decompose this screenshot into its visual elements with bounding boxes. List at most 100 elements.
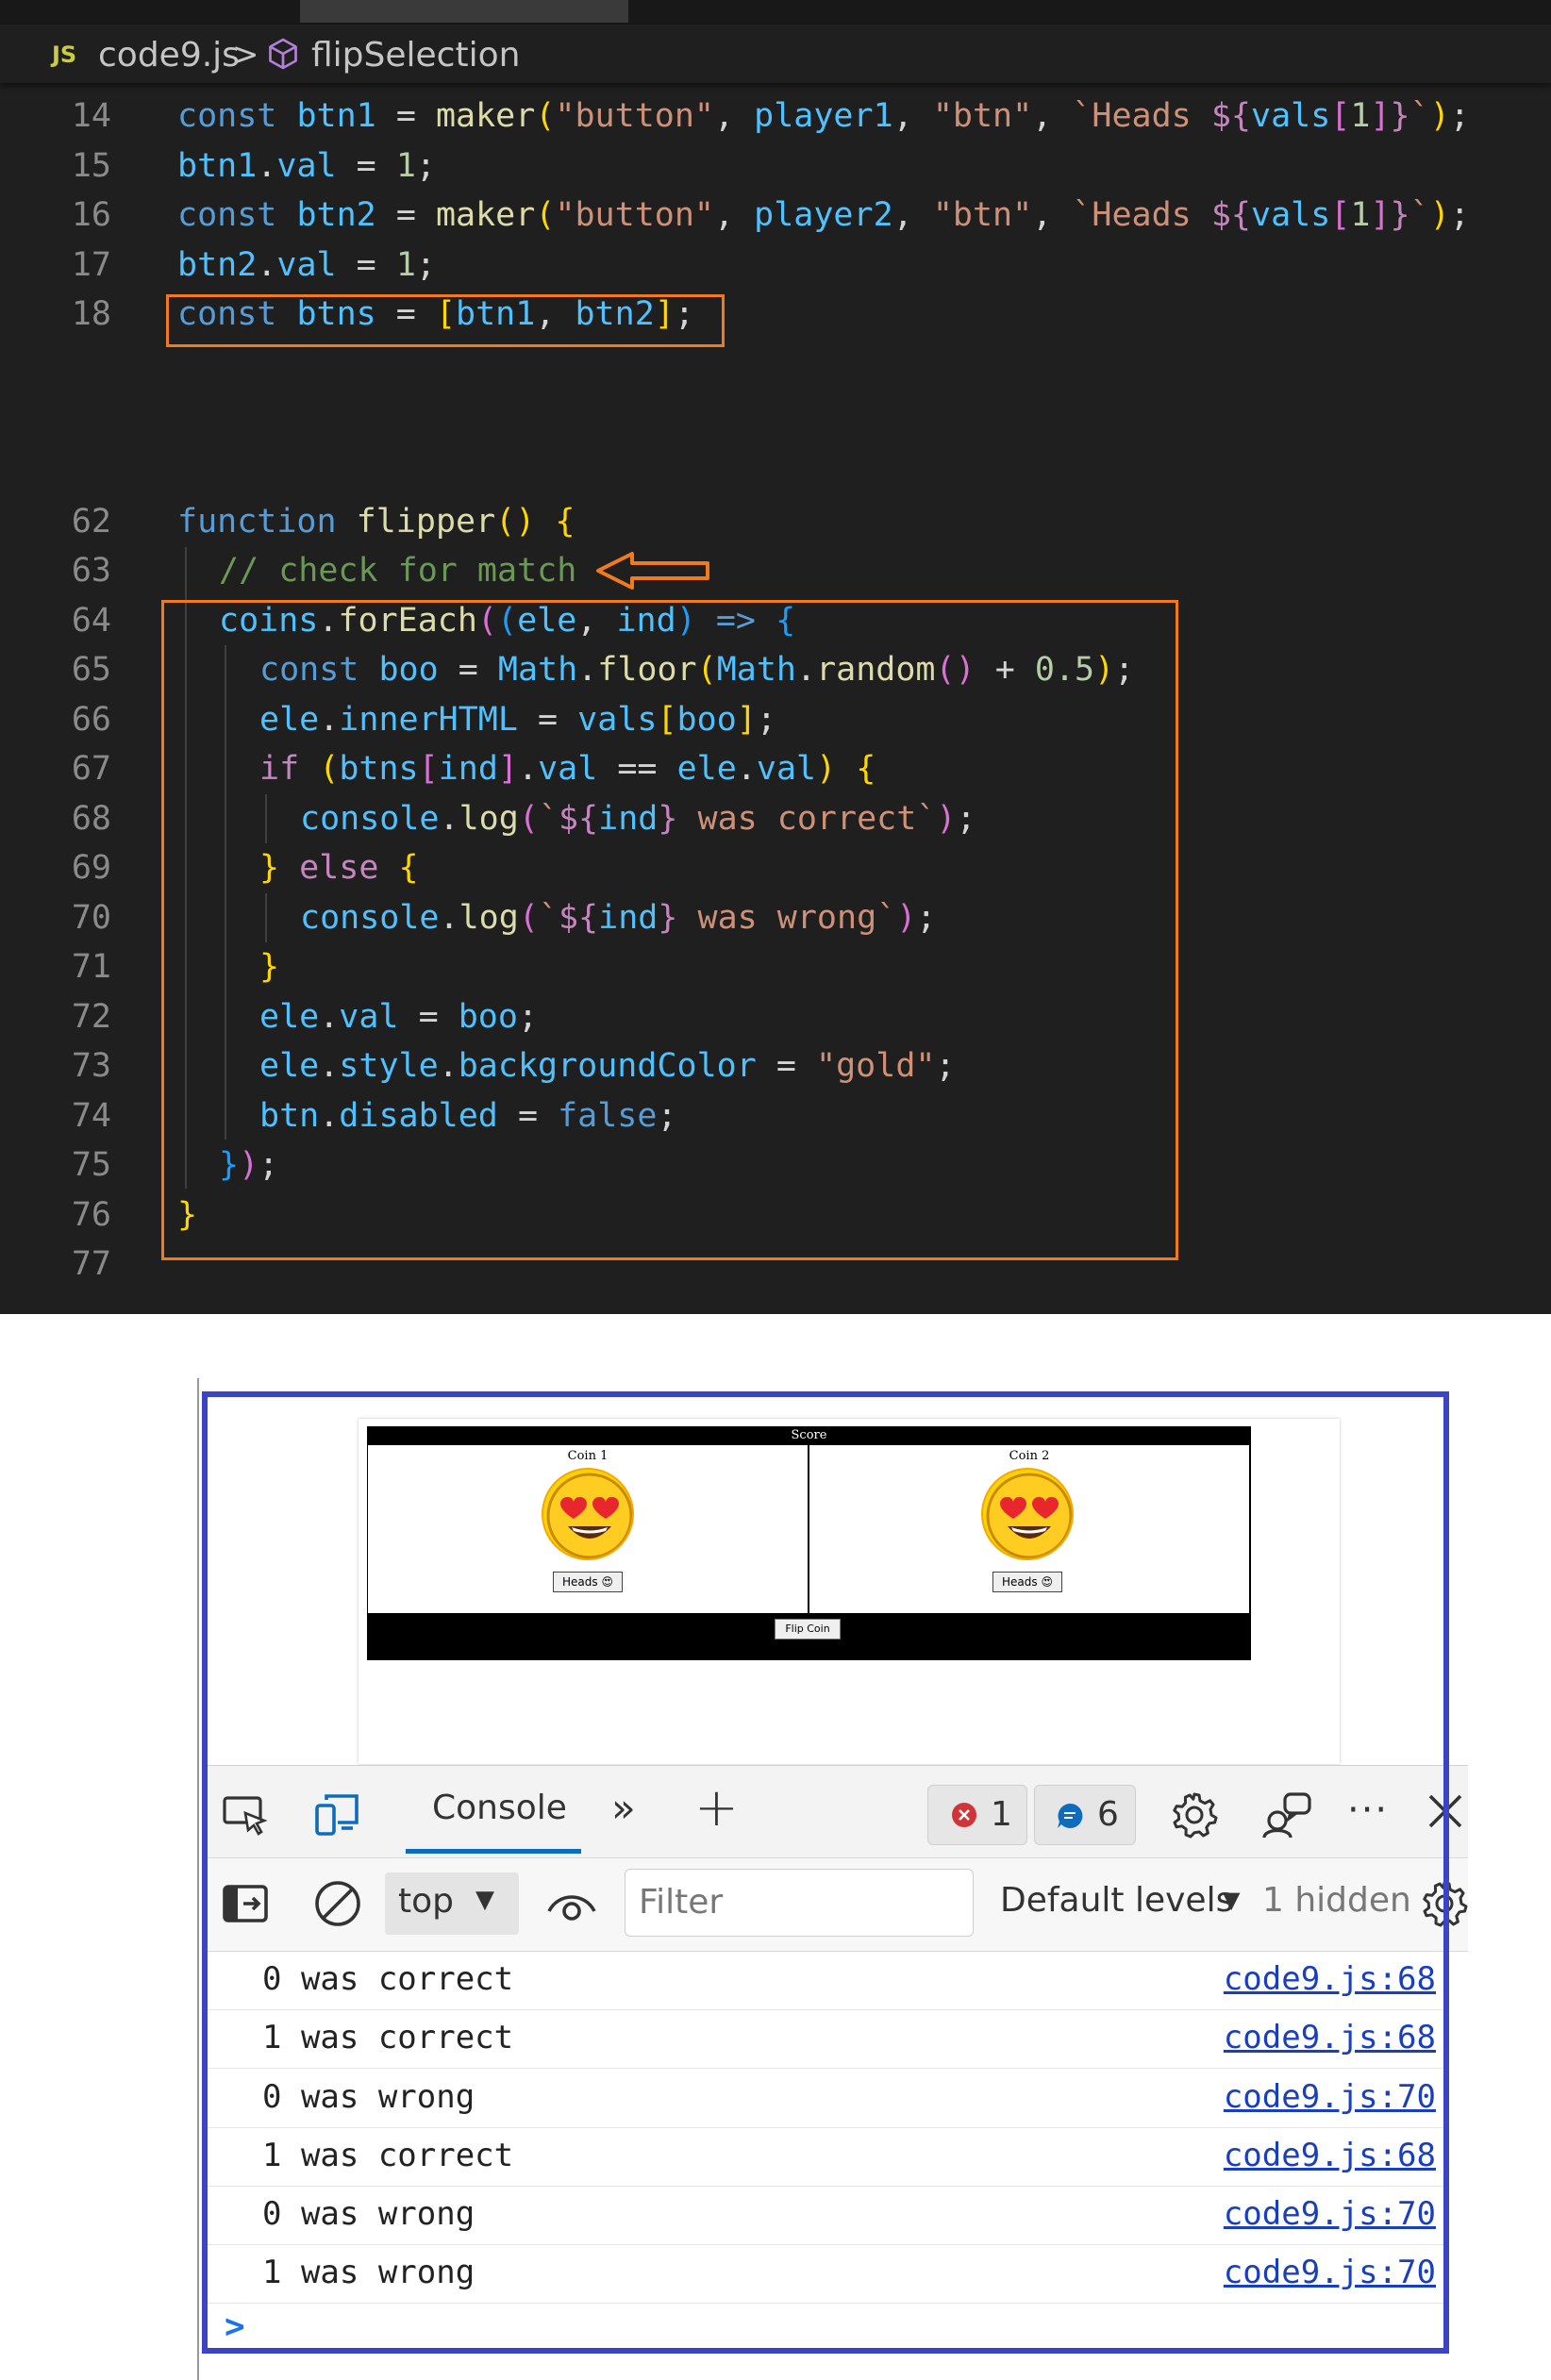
line-number: 17: [71, 246, 111, 284]
add-tab-icon[interactable]: +: [694, 1777, 739, 1839]
context-selector[interactable]: top ▼: [385, 1872, 519, 1935]
log-row: 1 was correct code9.js:68: [202, 2127, 1449, 2187]
method-cube-icon: [269, 38, 297, 70]
log-source-link[interactable]: code9.js:70: [1224, 2195, 1436, 2233]
code-line: 14 const btn1 = maker("button", player1, …: [0, 92, 1551, 141]
hidden-count: 1 hidden: [1262, 1881, 1411, 1920]
more-tabs-icon[interactable]: »: [611, 1785, 636, 1831]
code-text: const btn1 = maker("button", player1, "b…: [177, 97, 1470, 135]
close-icon[interactable]: [1425, 1790, 1466, 1832]
line-number: 71: [71, 948, 111, 986]
filter-input[interactable]: Filter: [625, 1869, 974, 1937]
line-number: 72: [71, 998, 111, 1036]
levels-dropdown-icon: ▼: [1223, 1887, 1241, 1913]
coin1-title: Coin 1: [567, 1449, 609, 1463]
line-number: 15: [71, 147, 111, 185]
log-source-link[interactable]: code9.js:68: [1224, 1960, 1436, 1998]
log-row: 0 was correct code9.js:68: [202, 1951, 1449, 2010]
dropdown-icon: ▼: [475, 1886, 494, 1914]
line-number: 16: [71, 196, 111, 234]
line-number: 62: [71, 503, 111, 541]
inspect-icon[interactable]: [221, 1792, 270, 1838]
code-line: 15 btn1.val = 1;: [0, 141, 1551, 191]
log-source-link[interactable]: code9.js:70: [1224, 2254, 1436, 2291]
log-row: 1 was wrong code9.js:70: [202, 2244, 1449, 2304]
message-count-badge[interactable]: 6: [1034, 1785, 1136, 1845]
code-editor: JS code9.js > flipSelection 14 const btn1…: [0, 0, 1551, 1314]
coin1-panel: Coin 1 Heads 😍: [368, 1445, 808, 1613]
heart-eyes-emoji-icon: [986, 1473, 1072, 1558]
code-line: 16 const btn2 = maker("button", player2, …: [0, 191, 1551, 240]
feedback-icon[interactable]: [1260, 1789, 1313, 1839]
line-number: 14: [71, 97, 111, 135]
code-text: function flipper() {: [177, 503, 575, 541]
heart-eyes-emoji-icon: [546, 1473, 632, 1558]
coin1-face[interactable]: [542, 1468, 634, 1560]
context-value: top: [398, 1882, 454, 1921]
log-row: 0 was wrong code9.js:70: [202, 2186, 1449, 2245]
code-line: 62 function flipper() {: [0, 497, 1551, 546]
line-number: 66: [71, 701, 111, 739]
code-text: const btn2 = maker("button", player2, "b…: [177, 196, 1470, 234]
console-settings-icon[interactable]: [1421, 1877, 1468, 1930]
line-number: 63: [71, 552, 111, 590]
highlight-box-foreach: [161, 600, 1178, 1260]
js-file-icon: JS: [52, 42, 77, 68]
line-number: 64: [71, 602, 111, 640]
horizontal-scrollbar[interactable]: [300, 0, 628, 23]
coin2-face[interactable]: [981, 1468, 1074, 1560]
eye-icon[interactable]: [545, 1887, 598, 1922]
line-number: 77: [71, 1245, 111, 1283]
log-message: 0 was wrong: [262, 2078, 475, 2116]
code-line: 17 btn2.val = 1;: [0, 241, 1551, 290]
line-number: 67: [71, 750, 111, 788]
line-number: 70: [71, 899, 111, 937]
line-number: 75: [71, 1146, 111, 1184]
highlight-box-btns: [166, 294, 725, 347]
sidebar-icon[interactable]: [221, 1883, 270, 1924]
log-message: 0 was correct: [262, 1960, 514, 1998]
editor-tab-strip: [0, 0, 1551, 25]
breadcrumb-symbol[interactable]: flipSelection: [311, 36, 520, 75]
error-count-badge[interactable]: 1: [927, 1785, 1027, 1845]
message-icon: [1058, 1803, 1083, 1828]
line-number: 65: [71, 651, 111, 689]
console-prompt[interactable]: >: [225, 2307, 245, 2346]
log-message: 1 was correct: [262, 2137, 514, 2174]
line-number: 74: [71, 1097, 111, 1135]
log-message: 0 was wrong: [262, 2195, 475, 2233]
message-count: 6: [1097, 1795, 1119, 1834]
clear-icon[interactable]: [313, 1879, 362, 1928]
device-toggle-icon[interactable]: [311, 1790, 362, 1839]
score-label: Score: [791, 1428, 827, 1442]
log-source-link[interactable]: code9.js:68: [1224, 2137, 1436, 2174]
default-levels-dropdown[interactable]: Default levels: [1000, 1881, 1233, 1920]
coin-game: Score Coin 1 Heads 😍 Coin 2 Heads 😍 Flip…: [367, 1426, 1251, 1660]
line-number: 69: [71, 849, 111, 887]
coin2-title: Coin 2: [1009, 1449, 1050, 1463]
code-text: btn1.val = 1;: [177, 147, 436, 185]
settings-icon[interactable]: [1168, 1789, 1221, 1841]
more-icon[interactable]: ···: [1347, 1789, 1389, 1832]
error-count: 1: [991, 1795, 1012, 1834]
error-icon: [952, 1803, 976, 1827]
code-line: 63 // check for match: [0, 546, 1551, 595]
coin2-heads-button[interactable]: Heads 😍: [992, 1572, 1062, 1592]
log-row: 0 was wrong code9.js:70: [202, 2069, 1449, 2128]
log-source-link[interactable]: code9.js:70: [1224, 2078, 1436, 2116]
tab-console[interactable]: Console: [432, 1789, 567, 1827]
arrow-left-icon: [596, 552, 709, 590]
log-source-link[interactable]: code9.js:68: [1224, 2019, 1436, 2056]
line-number: 68: [71, 800, 111, 838]
flip-coin-button[interactable]: Flip Coin: [775, 1619, 841, 1639]
coin1-heads-button[interactable]: Heads 😍: [553, 1572, 623, 1592]
code-text: btn2.val = 1;: [177, 246, 436, 284]
breadcrumb-file[interactable]: code9.js: [98, 36, 240, 75]
line-number: 18: [71, 295, 111, 333]
code-comment: // check for match: [219, 552, 577, 590]
chevron-right-icon: >: [232, 36, 259, 74]
coin2-panel: Coin 2 Heads 😍: [809, 1445, 1249, 1613]
line-number: 73: [71, 1047, 111, 1085]
log-message: 1 was correct: [262, 2019, 514, 2056]
log-message: 1 was wrong: [262, 2254, 475, 2291]
